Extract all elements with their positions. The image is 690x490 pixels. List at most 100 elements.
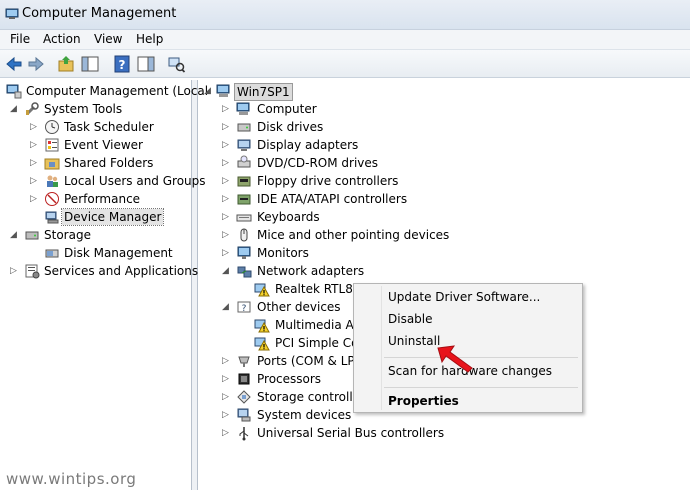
device-label: Processors	[257, 372, 322, 386]
system-device-icon	[236, 407, 252, 423]
users-icon	[44, 173, 60, 189]
expand-arrow-icon[interactable]: ▷	[222, 138, 232, 152]
red-arrow-icon	[437, 345, 473, 373]
device-label: Other devices	[257, 300, 341, 314]
shared-folder-icon	[44, 155, 60, 171]
network-adapter-icon	[236, 263, 252, 279]
device-label: Display adapters	[257, 138, 359, 152]
expand-arrow-icon[interactable]: ▷	[222, 246, 232, 260]
tree-label-selected: Device Manager	[60, 208, 165, 226]
performance-icon	[44, 191, 60, 207]
device-label: DVD/CD-ROM drives	[257, 156, 379, 170]
usb-icon	[236, 425, 252, 441]
scan-hardware-icon[interactable]	[166, 54, 186, 74]
warning-device-icon	[254, 281, 270, 297]
menu-uninstall[interactable]: Uninstall	[388, 334, 440, 348]
collapse-arrow-icon[interactable]: ◢	[10, 102, 20, 116]
expand-arrow-icon[interactable]: ▷	[30, 156, 40, 170]
expand-arrow-icon[interactable]: ▷	[30, 192, 40, 206]
menu-separator	[384, 387, 578, 388]
event-viewer-icon	[44, 137, 60, 153]
computer-icon	[236, 101, 252, 117]
menu-view[interactable]: View	[94, 32, 122, 46]
forward-arrow-icon[interactable]	[26, 54, 46, 74]
svg-text:?: ?	[119, 58, 126, 72]
display-adapter-icon	[236, 137, 252, 153]
services-icon	[24, 263, 40, 279]
expand-arrow-icon[interactable]: ▷	[30, 174, 40, 188]
expand-arrow-icon[interactable]: ▷	[222, 228, 232, 242]
menu-properties[interactable]: Properties	[388, 394, 459, 408]
tree-label: System Tools	[44, 102, 123, 116]
expand-arrow-icon[interactable]: ▷	[222, 372, 232, 386]
disk-drive-icon	[236, 119, 252, 135]
menu-bar: File Action View Help	[0, 30, 690, 50]
device-root-label: Win7SP1	[234, 83, 293, 101]
back-arrow-icon[interactable]	[4, 54, 24, 74]
device-label: Ports (COM & LPT	[257, 354, 362, 368]
warning-device-icon	[254, 317, 270, 333]
expand-arrow-icon[interactable]: ▷	[30, 138, 40, 152]
menu-action[interactable]: Action	[43, 32, 81, 46]
device-label: Keyboards	[257, 210, 320, 224]
disk-management-icon	[44, 245, 60, 261]
expand-arrow-icon[interactable]: ▷	[222, 174, 232, 188]
menu-disable[interactable]: Disable	[388, 312, 433, 326]
menu-separator	[384, 357, 578, 358]
computer-icon	[216, 83, 232, 99]
tree-label: Task Scheduler	[64, 120, 154, 134]
menu-help[interactable]: Help	[136, 32, 163, 46]
toolbar: ?	[0, 50, 690, 78]
monitor-icon	[236, 245, 252, 261]
device-label: Multimedia Au	[275, 318, 362, 332]
collapse-arrow-icon[interactable]: ◢	[222, 264, 232, 278]
unknown-device-icon: ?	[236, 299, 252, 315]
ide-controller-icon	[236, 191, 252, 207]
tree-label: Local Users and Groups	[64, 174, 206, 188]
up-folder-icon[interactable]	[56, 54, 76, 74]
tree-label: Shared Folders	[64, 156, 154, 170]
menu-file[interactable]: File	[10, 32, 30, 46]
device-label: Universal Serial Bus controllers	[257, 426, 445, 440]
storage-controller-icon	[236, 389, 252, 405]
collapse-arrow-icon[interactable]: ◢	[204, 84, 214, 98]
show-hide-tree-icon[interactable]	[80, 54, 100, 74]
processor-icon	[236, 371, 252, 387]
window-title: Computer Management	[22, 6, 177, 21]
expand-arrow-icon[interactable]: ▷	[30, 120, 40, 134]
floppy-controller-icon	[236, 173, 252, 189]
expand-arrow-icon[interactable]: ▷	[222, 102, 232, 116]
warning-device-icon	[254, 335, 270, 351]
keyboard-icon	[236, 209, 252, 225]
tree-label: Performance	[64, 192, 141, 206]
action-pane-icon[interactable]	[136, 54, 156, 74]
tree-label: Computer Management (Local	[26, 84, 209, 98]
storage-icon	[24, 227, 40, 243]
menu-gutter	[381, 286, 382, 410]
device-label: System devices	[257, 408, 352, 422]
collapse-arrow-icon[interactable]: ◢	[222, 300, 232, 314]
expand-arrow-icon[interactable]: ▷	[222, 354, 232, 368]
device-label: IDE ATA/ATAPI controllers	[257, 192, 408, 206]
expand-arrow-icon[interactable]: ▷	[222, 210, 232, 224]
computer-management-icon	[5, 7, 19, 21]
device-label: Network adapters	[257, 264, 365, 278]
expand-arrow-icon[interactable]: ▷	[222, 408, 232, 422]
watermark: www.wintips.org	[6, 470, 137, 488]
expand-arrow-icon[interactable]: ▷	[10, 264, 20, 278]
collapse-arrow-icon[interactable]: ◢	[10, 228, 20, 242]
expand-arrow-icon[interactable]: ▷	[222, 390, 232, 404]
svg-text:?: ?	[242, 304, 247, 314]
expand-arrow-icon[interactable]: ▷	[222, 120, 232, 134]
help-icon[interactable]: ?	[112, 54, 132, 74]
expand-arrow-icon[interactable]: ▷	[222, 426, 232, 440]
computer-management-icon	[6, 83, 22, 99]
tools-icon	[24, 101, 40, 117]
device-label: PCI Simple Cor	[275, 336, 364, 350]
expand-arrow-icon[interactable]: ▷	[222, 192, 232, 206]
mouse-icon	[236, 227, 252, 243]
device-label: Floppy drive controllers	[257, 174, 399, 188]
menu-update-driver[interactable]: Update Driver Software...	[388, 290, 540, 304]
expand-arrow-icon[interactable]: ▷	[222, 156, 232, 170]
device-label: Disk drives	[257, 120, 324, 134]
